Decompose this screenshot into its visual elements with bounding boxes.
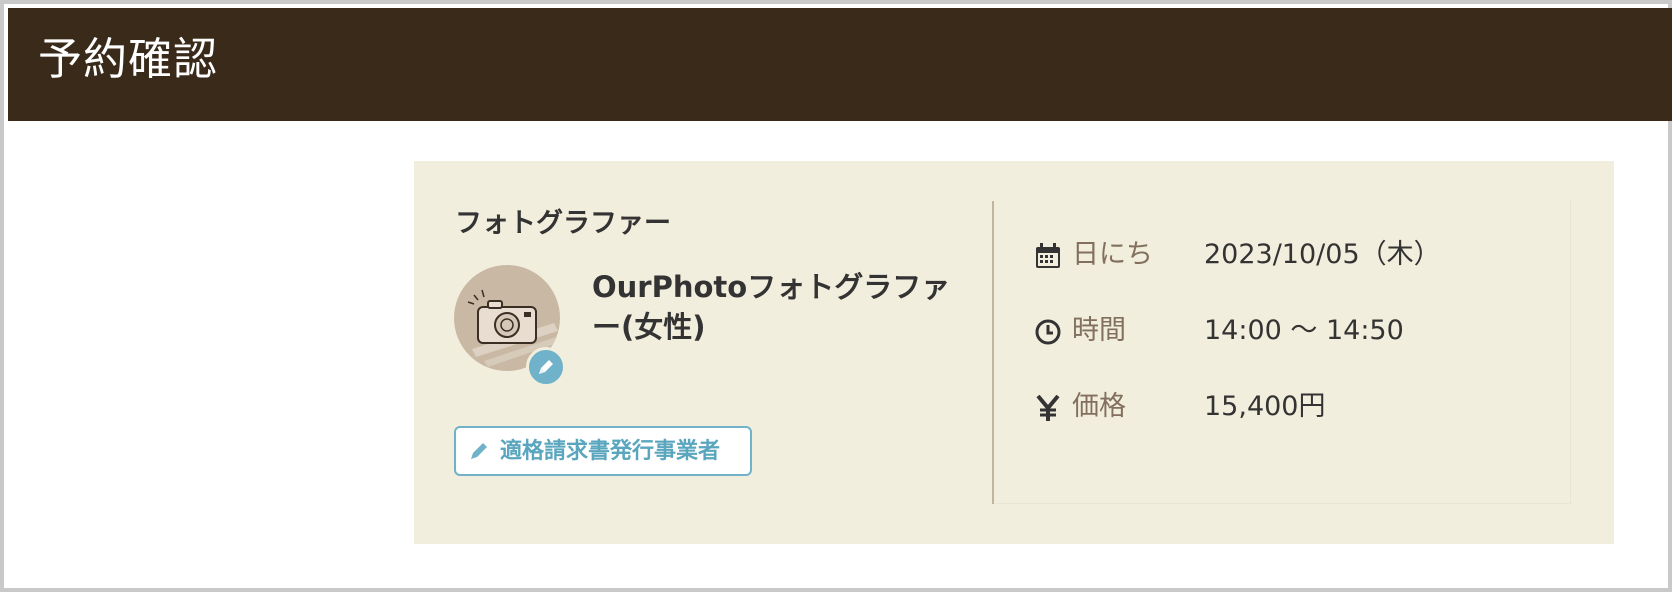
calendar-icon [1036, 243, 1060, 268]
reservation-details: 日にち 2023/10/05（木） 時間 14:00 〜 14:50 価格 15… [994, 201, 1571, 504]
clock-icon [1035, 319, 1061, 345]
price-label: 価格 [1072, 391, 1126, 422]
time-value: 14:00 〜 14:50 [1204, 315, 1404, 346]
date-label: 日にち [1072, 239, 1153, 270]
detail-row-date: 日にち 2023/10/05（木） [994, 235, 1570, 275]
invoice-badge-label: 適格請求書発行事業者 [500, 439, 721, 464]
page-title: 予約確認 [38, 34, 218, 85]
reservation-summary-card: フォトグラファー OurPhotoフォトグラファー(女性) 適格請求書発行事業者… [414, 161, 1614, 544]
price-value: 15,400円 [1204, 391, 1326, 422]
time-label: 時間 [1072, 315, 1126, 346]
detail-row-time: 時間 14:00 〜 14:50 [994, 311, 1570, 351]
page-frame: 予約確認 フォトグラファー OurPhotoフォトグラファー(女性) 適格請求書… [0, 0, 1672, 592]
detail-row-price: 価格 15,400円 [994, 387, 1570, 427]
photographer-name: OurPhotoフォトグラファー(女性) [592, 270, 951, 344]
verified-pen-badge [526, 347, 566, 387]
photographer-section: フォトグラファー OurPhotoフォトグラファー(女性) 適格請求書発行事業者 [414, 161, 992, 544]
photographer-section-label: フォトグラファー [455, 208, 671, 239]
page-header: 予約確認 [8, 8, 1672, 121]
pen-icon [471, 443, 487, 459]
date-value: 2023/10/05（木） [1204, 239, 1441, 270]
yen-icon [1036, 395, 1060, 421]
qualified-invoice-issuer-badge[interactable]: 適格請求書発行事業者 [454, 426, 752, 476]
photographer-avatar-wrap [454, 265, 566, 387]
pen-icon [539, 360, 553, 374]
